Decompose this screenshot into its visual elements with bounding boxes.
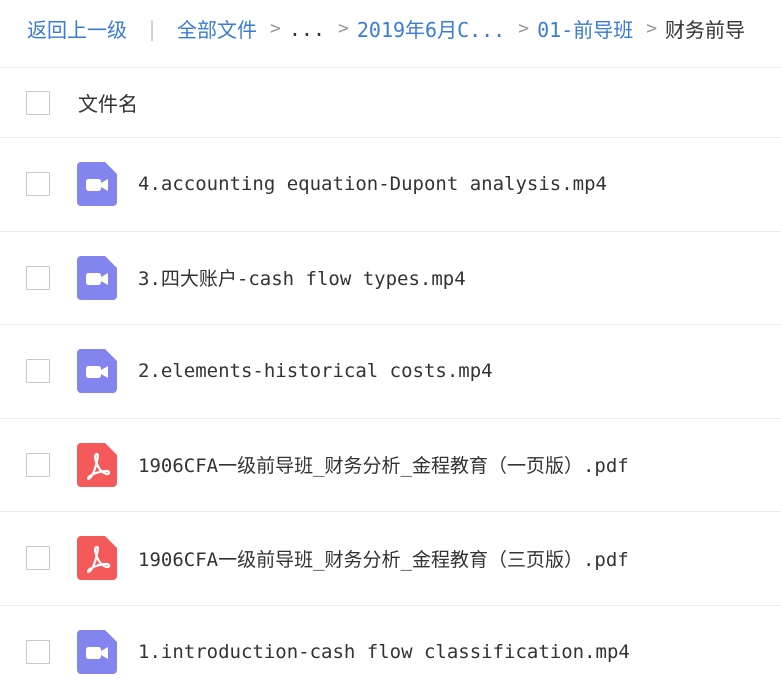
- file-list-header: 文件名: [0, 67, 781, 137]
- breadcrumb-folder-link[interactable]: 01-前导班: [537, 14, 633, 43]
- file-select-checkbox[interactable]: [26, 359, 50, 383]
- file-row[interactable]: 1906CFA一级前导班_财务分析_金程教育（一页版）.pdf: [0, 418, 781, 512]
- video-file-icon: [77, 349, 117, 393]
- chevron-right-icon: >: [270, 18, 281, 39]
- file-select-checkbox[interactable]: [26, 172, 50, 196]
- file-name[interactable]: 1.introduction-cash flow classification.…: [138, 641, 630, 663]
- file-row[interactable]: 2.elements-historical costs.mp4: [0, 324, 781, 418]
- file-name[interactable]: 3.四大账户-cash flow types.mp4: [138, 264, 466, 291]
- file-row[interactable]: 4.accounting equation-Dupont analysis.mp…: [0, 137, 781, 231]
- file-select-checkbox[interactable]: [26, 546, 50, 570]
- file-rows: 4.accounting equation-Dupont analysis.mp…: [0, 137, 781, 698]
- file-name[interactable]: 1906CFA一级前导班_财务分析_金程教育（一页版）.pdf: [138, 451, 629, 478]
- file-select-checkbox[interactable]: [26, 453, 50, 477]
- breadcrumb-root-link[interactable]: 全部文件: [177, 14, 257, 43]
- pdf-file-icon: [77, 443, 117, 487]
- chevron-right-icon: >: [338, 18, 349, 39]
- file-row[interactable]: 3.四大账户-cash flow types.mp4: [0, 231, 781, 325]
- file-name[interactable]: 1906CFA一级前导班_财务分析_金程教育（三页版）.pdf: [138, 545, 629, 572]
- video-file-icon: [77, 630, 117, 674]
- chevron-right-icon: >: [646, 18, 657, 39]
- video-file-icon: [77, 256, 117, 300]
- file-row[interactable]: 1.introduction-cash flow classification.…: [0, 605, 781, 698]
- chevron-right-icon: >: [518, 18, 529, 39]
- filename-column-header[interactable]: 文件名: [78, 88, 138, 117]
- breadcrumb-current: 财务前导: [665, 14, 745, 43]
- select-all-checkbox[interactable]: [26, 91, 50, 115]
- file-select-checkbox[interactable]: [26, 266, 50, 290]
- video-file-icon: [77, 162, 117, 206]
- breadcrumb: 返回上一级 | 全部文件 > ... > 2019年6月C... > 01-前导…: [0, 0, 781, 57]
- file-list: 文件名 4.accounting equation-Dupont analysi…: [0, 67, 781, 698]
- file-name[interactable]: 4.accounting equation-Dupont analysis.mp…: [138, 173, 607, 195]
- breadcrumb-ellipsis[interactable]: ...: [289, 17, 325, 41]
- file-row[interactable]: 1906CFA一级前导班_财务分析_金程教育（三页版）.pdf: [0, 511, 781, 605]
- breadcrumb-folder-link[interactable]: 2019年6月C...: [357, 14, 505, 43]
- back-link[interactable]: 返回上一级: [27, 14, 127, 43]
- breadcrumb-divider: |: [146, 17, 158, 41]
- pdf-file-icon: [77, 536, 117, 580]
- file-select-checkbox[interactable]: [26, 640, 50, 664]
- file-name[interactable]: 2.elements-historical costs.mp4: [138, 360, 493, 382]
